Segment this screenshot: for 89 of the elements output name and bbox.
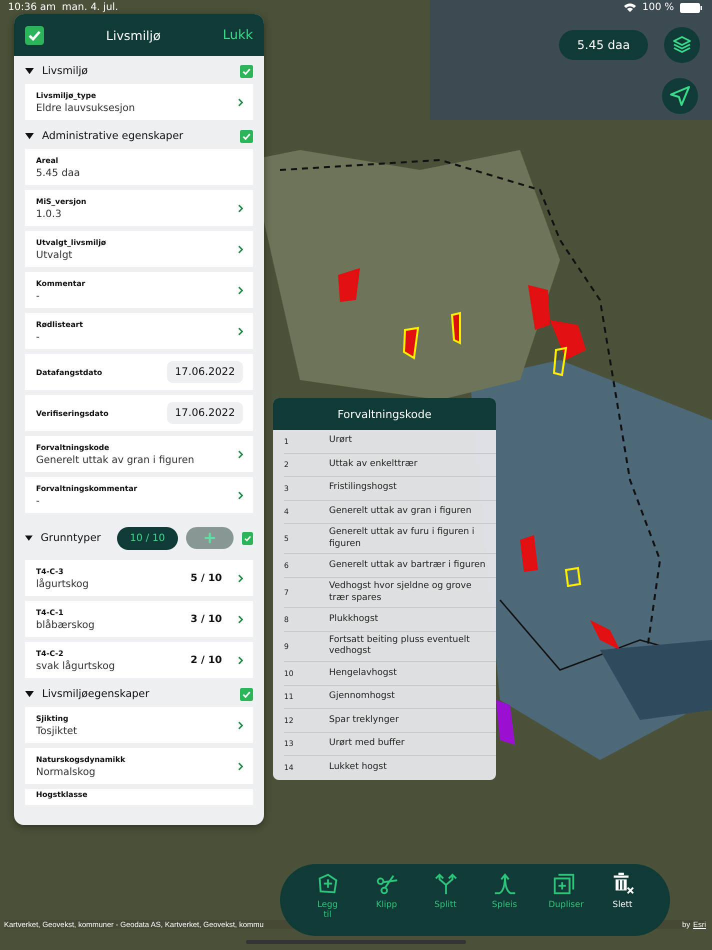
- status-date: man. 4. jul.: [62, 2, 118, 13]
- option-label: Generelt uttak av bartrær i figuren: [329, 560, 486, 572]
- date-field[interactable]: 17.06.2022: [166, 402, 243, 424]
- area-badge: 5.45 daa: [559, 30, 648, 60]
- option-label: Spar treklynger: [329, 714, 400, 726]
- navigation-arrow-icon: [668, 84, 692, 108]
- field-value: Tosjiktet: [36, 726, 78, 736]
- checkmark-icon: [241, 688, 252, 700]
- option-label: Fortsatt beiting pluss eventuelt vedhogst: [329, 634, 471, 658]
- field-value: Generelt uttak av gran i figuren: [36, 454, 196, 466]
- disclosure-triangle-icon[interactable]: [25, 132, 34, 140]
- toolbar-button[interactable]: Spleis: [476, 872, 532, 910]
- chevron-icon: [238, 656, 243, 664]
- option-label: Lukket hogst: [329, 762, 388, 774]
- habitat-polygon[interactable]: [402, 326, 420, 360]
- field-value: -: [36, 290, 41, 302]
- habitat-polygon[interactable]: [550, 320, 586, 360]
- chevron-icon: [238, 326, 243, 336]
- date-field[interactable]: 17.06.2022: [166, 361, 243, 383]
- checkbox[interactable]: [242, 532, 253, 544]
- checkmark-icon: [241, 130, 252, 142]
- status-time: 10:36 am: [8, 2, 56, 13]
- field-value: 5.45 daa: [36, 168, 82, 178]
- field-value: 1.0.3: [36, 208, 62, 220]
- option-label: Urørt: [329, 435, 354, 448]
- habitat-outline[interactable]: [552, 346, 568, 376]
- disclosure-triangle-icon[interactable]: [25, 534, 33, 542]
- toolbar-button[interactable]: Klipp: [358, 872, 414, 910]
- option-label: Uttak av enkelttrær: [329, 458, 418, 471]
- scissors-icon: [374, 872, 398, 896]
- chevron-icon: [238, 574, 243, 582]
- option-label: Generelt uttak av gran i figuren: [329, 506, 472, 518]
- toolbar-button[interactable]: Legg til: [300, 872, 356, 920]
- field-value: svak lågurtskog: [36, 660, 116, 672]
- habitat-outline[interactable]: [564, 566, 582, 588]
- battery-icon: [680, 2, 702, 12]
- option-label: Hengelavhogst: [329, 668, 398, 680]
- disclosure-triangle-icon[interactable]: [25, 68, 34, 74]
- checkbox[interactable]: [240, 688, 253, 700]
- field-value: -: [36, 332, 41, 342]
- option-label: Generelt uttak av furu i figuren i figuren: [329, 527, 476, 550]
- section-title: Grunntyper: [40, 532, 101, 544]
- option-label: Gjennomhogst: [329, 691, 396, 703]
- toolbar-button[interactable]: Slett: [594, 872, 650, 910]
- checkbox[interactable]: [240, 64, 253, 78]
- habitat-polygon[interactable]: [450, 312, 461, 345]
- split-arrows-icon: [434, 872, 458, 896]
- chevron-icon: [238, 720, 243, 730]
- share-count: 3 / 10: [190, 614, 222, 624]
- merge-arrow-icon: [492, 872, 516, 896]
- section-title: Livsmiljøegenskaper: [42, 688, 150, 700]
- chevron-icon: [238, 762, 243, 770]
- chevron-icon: [238, 614, 243, 624]
- chevron-icon: [238, 490, 243, 500]
- layers-icon: [672, 35, 692, 55]
- close-button[interactable]: Lukk: [222, 28, 253, 42]
- duplicate-icon: [552, 872, 576, 896]
- chevron-icon: [238, 286, 243, 294]
- field-value: Utvalgt: [36, 250, 74, 260]
- field-value: blåbærskog: [36, 620, 96, 630]
- share-count: 5 / 10: [190, 572, 222, 584]
- field-value: -: [36, 496, 41, 506]
- section-title: Livsmiljø: [42, 65, 88, 77]
- battery-percent: 100 %: [642, 2, 674, 13]
- checkmark-icon: [241, 66, 252, 76]
- toolbar-button[interactable]: Splitt: [418, 872, 474, 910]
- field-value: Eldre lauvsuksesjon: [36, 102, 136, 114]
- panel-title: Livsmiljø: [105, 28, 162, 42]
- field-value: lågurtskog: [36, 578, 90, 590]
- share-count: 2 / 10: [190, 654, 222, 666]
- chevron-icon: [238, 244, 243, 254]
- option-label: Urørt med buffer: [329, 738, 406, 750]
- polygon-plus-icon: [316, 872, 340, 896]
- checkbox[interactable]: [240, 130, 253, 142]
- chevron-icon: [238, 450, 243, 458]
- count-badge: 10 / 10: [116, 526, 178, 550]
- picker-title: Forvaltningskode: [338, 408, 432, 420]
- checkbox[interactable]: [25, 26, 44, 44]
- chevron-icon: [238, 204, 243, 212]
- option-label: Fristilingshogst: [329, 482, 398, 494]
- add-button[interactable]: [186, 525, 234, 551]
- disclosure-triangle-icon[interactable]: [25, 690, 34, 698]
- chevron-icon: [238, 98, 243, 106]
- section-title: Administrative egenskaper: [42, 130, 184, 142]
- toolbar-button[interactable]: Dupliser: [536, 872, 592, 910]
- field-value: Normalskog: [36, 766, 96, 778]
- option-label: Vedhogst hvor sjeldne og grove trær spares: [329, 580, 473, 604]
- wifi-icon: [624, 3, 636, 12]
- option-label: Plukkhogst: [329, 614, 380, 626]
